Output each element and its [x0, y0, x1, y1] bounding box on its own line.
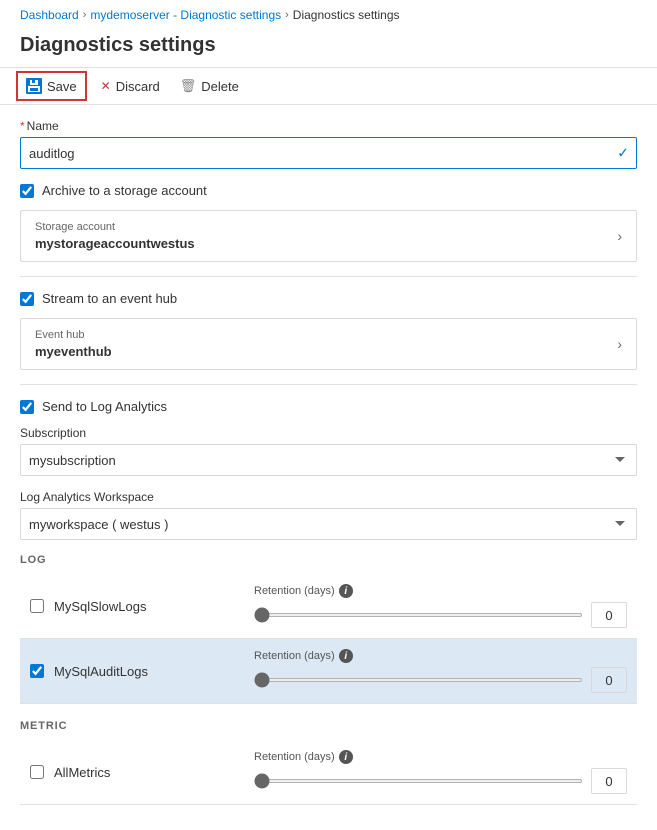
workspace-select[interactable]: myworkspace ( westus ): [20, 508, 637, 540]
slowlogs-checkbox[interactable]: [30, 599, 44, 613]
archive-checkbox[interactable]: [20, 184, 34, 198]
metric-section-header: METRIC: [20, 720, 637, 732]
log-analytics-checkbox-row: Send to Log Analytics: [20, 399, 637, 414]
stream-checkbox-row: Stream to an event hub: [20, 291, 637, 306]
archive-label: Archive to a storage account: [42, 183, 207, 198]
slowlogs-retention: Retention (days) i 0: [254, 584, 627, 628]
storage-account-value: mystorageaccountwestus: [35, 236, 195, 251]
auditlogs-slider-row: 0: [254, 667, 627, 693]
subscription-label: Subscription: [20, 426, 637, 440]
auditlogs-slider[interactable]: [254, 678, 583, 682]
auditlogs-retention-label-row: Retention (days) i: [254, 649, 627, 663]
toolbar: Save ✕ Discard 🗑 Delete: [0, 67, 657, 105]
event-hub-value: myeventhub: [35, 344, 112, 359]
auditlogs-name: MySqlAuditLogs: [54, 664, 234, 679]
event-hub-label: Event hub: [35, 329, 112, 341]
form-area: *Name ✓ Archive to a storage account Sto…: [0, 105, 657, 819]
slowlogs-value-box: 0: [591, 602, 627, 628]
auditlogs-value-box: 0: [591, 667, 627, 693]
log-section-header: LOG: [20, 554, 637, 566]
divider-1: [20, 276, 637, 277]
allmetrics-info-icon[interactable]: i: [339, 750, 353, 764]
slowlogs-info-icon[interactable]: i: [339, 584, 353, 598]
save-button[interactable]: Save: [20, 75, 83, 97]
breadcrumb-sep-1: ›: [83, 9, 87, 21]
allmetrics-checkbox[interactable]: [30, 765, 44, 779]
name-label: *Name: [20, 119, 637, 133]
name-input[interactable]: [20, 137, 637, 169]
storage-account-box[interactable]: Storage account mystorageaccountwestus ›: [20, 210, 637, 262]
chevron-right-icon: ›: [617, 228, 622, 244]
breadcrumb: Dashboard › mydemoserver - Diagnostic se…: [0, 0, 657, 30]
discard-button[interactable]: ✕ Discard: [99, 75, 162, 98]
auditlogs-checkbox[interactable]: [30, 664, 44, 678]
divider-2: [20, 384, 637, 385]
subscription-select[interactable]: mysubscription: [20, 444, 637, 476]
x-icon: ✕: [101, 79, 111, 93]
workspace-label: Log Analytics Workspace: [20, 490, 637, 504]
metric-row-allmetrics: AllMetrics Retention (days) i 0: [20, 740, 637, 805]
slowlogs-slider-row: 0: [254, 602, 627, 628]
required-star: *: [20, 119, 25, 133]
log-analytics-label: Send to Log Analytics: [42, 399, 167, 414]
subscription-row: Subscription mysubscription: [20, 426, 637, 476]
allmetrics-value-box: 0: [591, 768, 627, 794]
allmetrics-slider[interactable]: [254, 779, 583, 783]
slowlogs-name: MySqlSlowLogs: [54, 599, 234, 614]
trash-icon: 🗑: [180, 78, 197, 94]
allmetrics-name: AllMetrics: [54, 765, 234, 780]
allmetrics-slider-row: 0: [254, 768, 627, 794]
delete-button[interactable]: 🗑 Delete: [178, 74, 241, 98]
workspace-row: Log Analytics Workspace myworkspace ( we…: [20, 490, 637, 540]
slowlogs-retention-label-row: Retention (days) i: [254, 584, 627, 598]
discard-label: Discard: [116, 79, 160, 94]
event-hub-box[interactable]: Event hub myeventhub ›: [20, 318, 637, 370]
slowlogs-slider[interactable]: [254, 613, 583, 617]
breadcrumb-current: Diagnostics settings: [293, 8, 400, 22]
allmetrics-retention: Retention (days) i 0: [254, 750, 627, 794]
breadcrumb-sep-2: ›: [285, 9, 289, 21]
input-check-icon: ✓: [617, 145, 629, 162]
breadcrumb-dashboard[interactable]: Dashboard: [20, 8, 79, 22]
auditlogs-retention: Retention (days) i 0: [254, 649, 627, 693]
save-icon: [26, 78, 42, 94]
log-row-auditlogs: MySqlAuditLogs Retention (days) i 0: [20, 639, 637, 704]
storage-account-info: Storage account mystorageaccountwestus: [35, 221, 195, 251]
event-hub-info: Event hub myeventhub: [35, 329, 112, 359]
auditlogs-retention-label: Retention (days): [254, 650, 335, 662]
allmetrics-retention-label-row: Retention (days) i: [254, 750, 627, 764]
allmetrics-retention-label: Retention (days): [254, 751, 335, 763]
archive-checkbox-row: Archive to a storage account: [20, 183, 637, 198]
log-row-slowlogs: MySqlSlowLogs Retention (days) i 0: [20, 574, 637, 639]
breadcrumb-mydemo[interactable]: mydemoserver - Diagnostic settings: [90, 8, 281, 22]
delete-label: Delete: [201, 79, 239, 94]
stream-label: Stream to an event hub: [42, 291, 177, 306]
stream-checkbox[interactable]: [20, 292, 34, 306]
storage-account-label: Storage account: [35, 221, 195, 233]
slowlogs-retention-label: Retention (days): [254, 585, 335, 597]
event-hub-chevron-icon: ›: [617, 336, 622, 352]
page-title: Diagnostics settings: [0, 30, 657, 67]
log-analytics-checkbox[interactable]: [20, 400, 34, 414]
auditlogs-info-icon[interactable]: i: [339, 649, 353, 663]
save-label: Save: [47, 79, 77, 94]
name-field-wrapper: ✓: [20, 137, 637, 169]
